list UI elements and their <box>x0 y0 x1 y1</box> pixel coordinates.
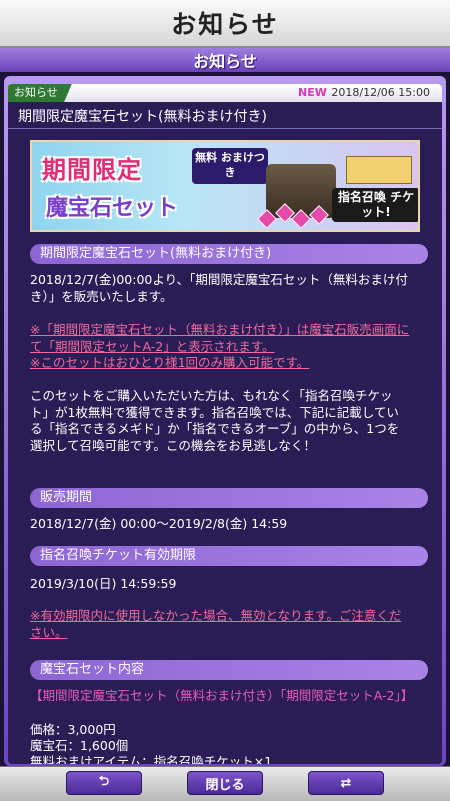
description-text: このセットをご購入いただいた方は、もれなく「指名召喚チケット」が1枚無料で獲得で… <box>30 388 400 453</box>
expiry-note: ※有効期限内に使用しなかった場合、無効となります。ご注意ください。 <box>30 608 402 640</box>
promo-banner: 期間限定 魔宝石セット 無料 おまけつき 指名召喚 チケット! <box>30 140 420 232</box>
intro-text: 2018/12/7(金)00:00より、「期間限定魔宝石セット（無料おまけ付き）… <box>30 272 408 304</box>
divider <box>8 128 442 129</box>
subtitle-bar: お知らせ <box>0 48 450 72</box>
banner-free-badge: 無料 おまけつき <box>192 148 268 184</box>
title-bar: お知らせ <box>0 0 450 48</box>
sale-period-text: 2018/12/7(金) 00:00～2019/2/8(金) 14:59 <box>30 516 288 531</box>
category-tag: お知らせ <box>8 84 72 102</box>
subtitle: お知らせ <box>193 52 257 71</box>
notice-panel: お知らせ NEW 2018/12/06 15:00 期間限定魔宝石セット(無料お… <box>8 84 442 764</box>
set-stones: 魔宝石：1,600個 <box>30 738 129 753</box>
banner-ticket-label: 指名召喚 チケット! <box>332 188 418 222</box>
notice-meta-bar: お知らせ NEW 2018/12/06 15:00 <box>8 84 442 102</box>
set-name: 【期間限定魔宝石セット（無料おまけ付き）「期間限定セットA-2」】 <box>30 688 414 703</box>
section-header-set: 期間限定魔宝石セット(無料おまけ付き) <box>30 244 428 264</box>
note-display-name: ※「期間限定魔宝石セット（無料おまけ付き）」は魔宝石販売画面にて「期間限定セット… <box>30 322 410 354</box>
bottom-toolbar: ⮌ 閉じる ⇄ <box>0 766 450 801</box>
close-button[interactable]: 閉じる <box>187 771 263 795</box>
new-badge: NEW <box>298 86 327 99</box>
notice-heading: 期間限定魔宝石セット(無料おまけ付き) <box>18 109 267 125</box>
set-extra: 無料おまけアイテム：指名召喚チケット×1 <box>30 754 273 764</box>
close-label: 閉じる <box>205 777 245 793</box>
section-header-sale-period: 販売期間 <box>30 488 428 508</box>
banner-title-line1: 期間限定 <box>42 156 142 184</box>
refresh-icon: ⇄ <box>340 775 352 791</box>
banner-title-line2: 魔宝石セット <box>46 196 179 221</box>
note-purchase-limit: ※このセットはおひとり様1回のみ購入可能です。 <box>30 355 310 370</box>
refresh-button[interactable]: ⇄ <box>308 771 384 795</box>
back-button[interactable]: ⮌ <box>66 771 142 795</box>
expiry-text: 2019/3/10(日) 14:59:59 <box>30 576 177 591</box>
ticket-icon <box>346 156 412 184</box>
section-header-set-contents: 魔宝石セット内容 <box>30 660 428 680</box>
back-arrow-icon: ⮌ <box>98 774 110 789</box>
section-header-expiry: 指名召喚チケット有効期限 <box>30 546 428 566</box>
page-title: お知らせ <box>171 10 279 39</box>
notice-date: 2018/12/06 15:00 <box>331 86 430 99</box>
notice-body[interactable]: 期間限定 魔宝石セット 無料 おまけつき 指名召喚 チケット! 期間限定魔宝石セ… <box>8 132 442 764</box>
set-price: 価格：3,000円 <box>30 722 116 737</box>
